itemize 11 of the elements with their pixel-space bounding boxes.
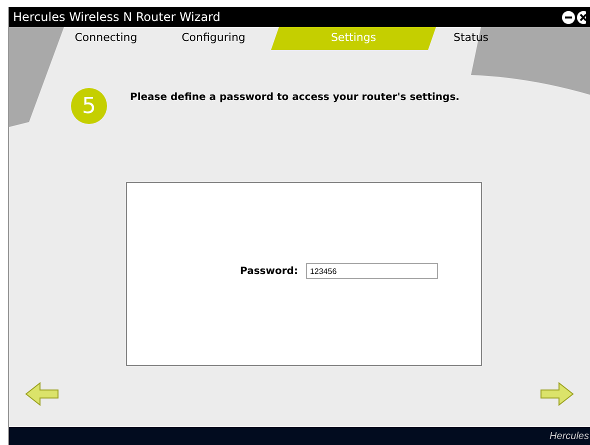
step-number: 5 <box>71 88 107 124</box>
tab[interactable]: Connecting <box>56 27 156 50</box>
password-field[interactable]: 123456 <box>306 263 438 279</box>
instruction-text: Please define a password to access your router's settings. <box>130 91 460 105</box>
minimize-icon[interactable] <box>562 10 575 24</box>
brand-text: Hercules <box>550 430 589 444</box>
password-label: Password: <box>240 264 298 278</box>
close-icon[interactable] <box>577 10 586 24</box>
tab[interactable]: Status <box>436 27 506 50</box>
tab[interactable]: Configuring <box>156 27 271 50</box>
window-title: Hercules Wireless N Router Wizard <box>13 9 220 26</box>
